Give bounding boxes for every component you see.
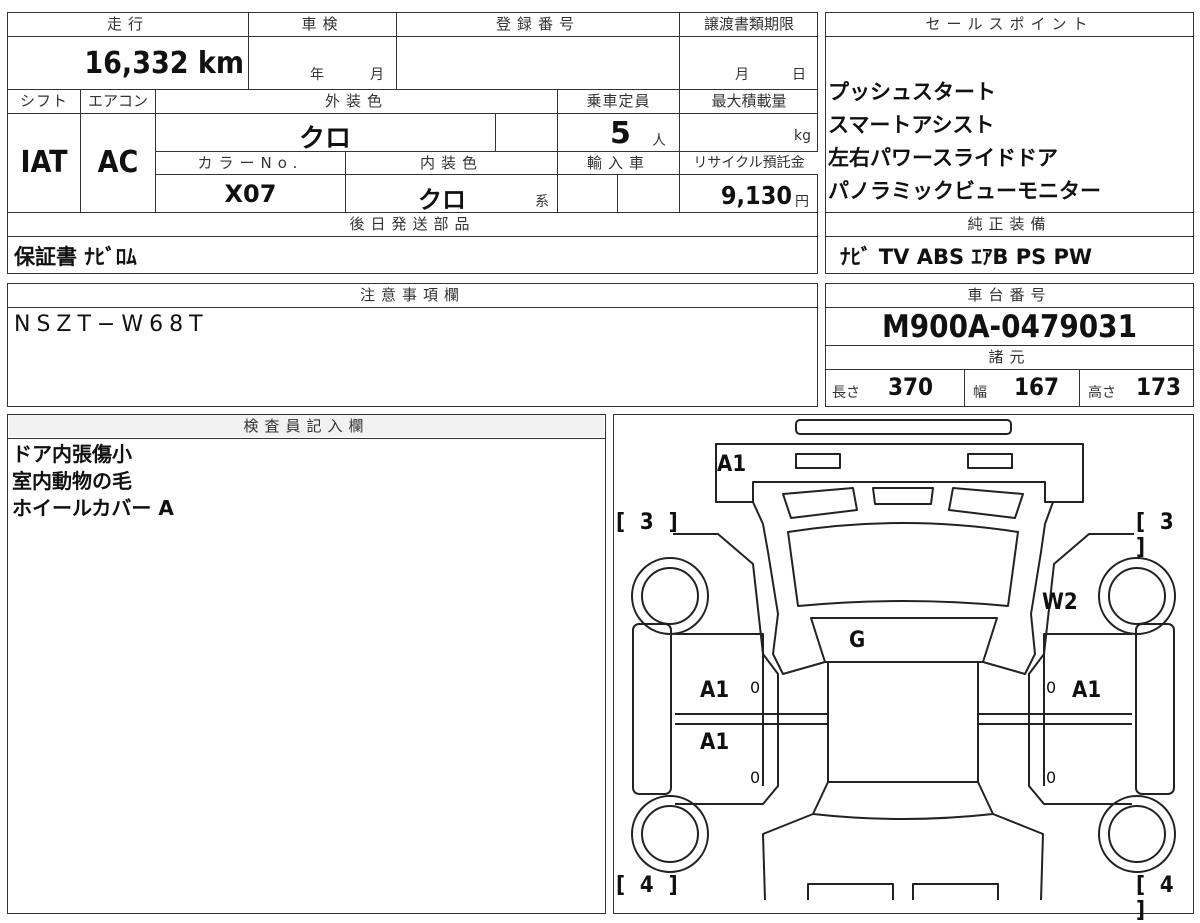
inspector-label: 検査員記入欄 bbox=[9, 415, 604, 437]
equipment-label: 純正装備 bbox=[827, 213, 1192, 235]
chassis-value: M900A-0479031 bbox=[882, 309, 1137, 345]
sales-point-item: 左右パワースライドドア bbox=[828, 146, 1058, 170]
mark-left-door-1: A1 bbox=[700, 678, 730, 703]
inspector-line: ホイールカバー A bbox=[12, 496, 174, 520]
ac-label: エアコン bbox=[82, 90, 154, 112]
equipment-value: ﾅﾋﾞ TV ABS ｴｱB PS PW bbox=[840, 245, 1093, 269]
length-value: 370 bbox=[888, 373, 934, 401]
recycle-unit: 円 bbox=[795, 194, 809, 210]
sales-points-list: プッシュスタート スマートアシスト 左右パワースライドドア パノラミックビューモ… bbox=[828, 76, 1101, 208]
transfer-day-unit: 日 bbox=[792, 67, 806, 83]
interior-value: クロ bbox=[418, 186, 466, 214]
car-diagram bbox=[631, 419, 1176, 900]
capacity-label: 乗車定員 bbox=[559, 90, 678, 112]
mark-zero: 0 bbox=[1046, 768, 1057, 787]
color-no-label: カラーNo. bbox=[157, 152, 344, 174]
mark-right-door-1: A1 bbox=[1072, 678, 1102, 703]
shift-label: シフト bbox=[9, 90, 79, 112]
inspection-year-unit: 年 bbox=[310, 67, 324, 83]
recycle-value: 9,130 bbox=[720, 181, 792, 210]
sales-point-item: プッシュスタート bbox=[828, 80, 996, 104]
transfer-label: 譲渡書類期限 bbox=[681, 13, 817, 35]
inspector-notes: ドア内張傷小 室内動物の毛 ホイールカバー A bbox=[12, 441, 174, 522]
mark-left-door-2: A1 bbox=[700, 730, 730, 755]
mileage-label: 走行 bbox=[9, 13, 247, 35]
exterior-label: 外装色 bbox=[157, 90, 556, 112]
color-no-value: X07 bbox=[224, 180, 277, 208]
mileage-number: 16,332 bbox=[84, 46, 189, 81]
notes-value: NSZT−W68T bbox=[14, 312, 209, 337]
load-unit: kg bbox=[794, 128, 811, 144]
capacity-value: 5 bbox=[610, 116, 631, 151]
recycle-label: リサイクル預託金 bbox=[680, 152, 818, 174]
mark-roof: G bbox=[849, 628, 866, 653]
inspection-month-unit: 月 bbox=[370, 67, 384, 83]
mark-right-bottom: [ 4 ] bbox=[1136, 873, 1178, 923]
interior-label: 内装色 bbox=[347, 152, 556, 174]
mileage-value: 16,332 km bbox=[10, 46, 244, 81]
spec-label: 諸元 bbox=[827, 346, 1192, 368]
capacity-unit: 人 bbox=[652, 133, 666, 149]
width-value: 167 bbox=[1014, 373, 1060, 401]
sales-point-item: スマートアシスト bbox=[828, 113, 995, 137]
mark-zero: 0 bbox=[1046, 678, 1057, 697]
later-parts-label: 後日発送部品 bbox=[9, 213, 816, 235]
mark-right-quarter: W2 bbox=[1042, 590, 1078, 615]
inspector-line: 室内動物の毛 bbox=[12, 469, 132, 493]
height-label: 高さ bbox=[1088, 385, 1116, 401]
interior-unit: 系 bbox=[535, 194, 549, 210]
notes-label: 注意事項欄 bbox=[9, 284, 816, 306]
transfer-month-unit: 月 bbox=[735, 67, 749, 83]
height-value: 173 bbox=[1136, 373, 1182, 401]
mark-left-bottom: [ 4 ] bbox=[616, 873, 682, 898]
mileage-unit: km bbox=[197, 46, 244, 81]
inspector-line: ドア内張傷小 bbox=[12, 442, 132, 466]
inspection-label: 車検 bbox=[250, 13, 395, 35]
exterior-value: クロ bbox=[298, 124, 351, 154]
shift-value: IAT bbox=[20, 145, 68, 180]
mark-zero: 0 bbox=[750, 768, 761, 787]
mark-right-top: [ 3 ] bbox=[1136, 510, 1178, 560]
sales-point-item: パノラミックビューモニター bbox=[828, 179, 1101, 203]
mark-rear-top: A1 bbox=[717, 452, 747, 477]
ac-value: AC bbox=[97, 145, 139, 180]
length-label: 長さ bbox=[832, 385, 860, 401]
later-parts-value: 保証書 ﾅﾋﾞﾛﾑ bbox=[14, 245, 137, 269]
chassis-label: 車台番号 bbox=[827, 284, 1192, 306]
load-label: 最大積載量 bbox=[681, 90, 817, 112]
import-label: 輸入車 bbox=[559, 152, 678, 174]
sales-points-label: セールスポイント bbox=[827, 13, 1192, 35]
mark-zero: 0 bbox=[750, 678, 761, 697]
registration-label: 登録番号 bbox=[398, 13, 678, 35]
mark-left-top: [ 3 ] bbox=[616, 510, 682, 535]
width-label: 幅 bbox=[973, 385, 987, 401]
